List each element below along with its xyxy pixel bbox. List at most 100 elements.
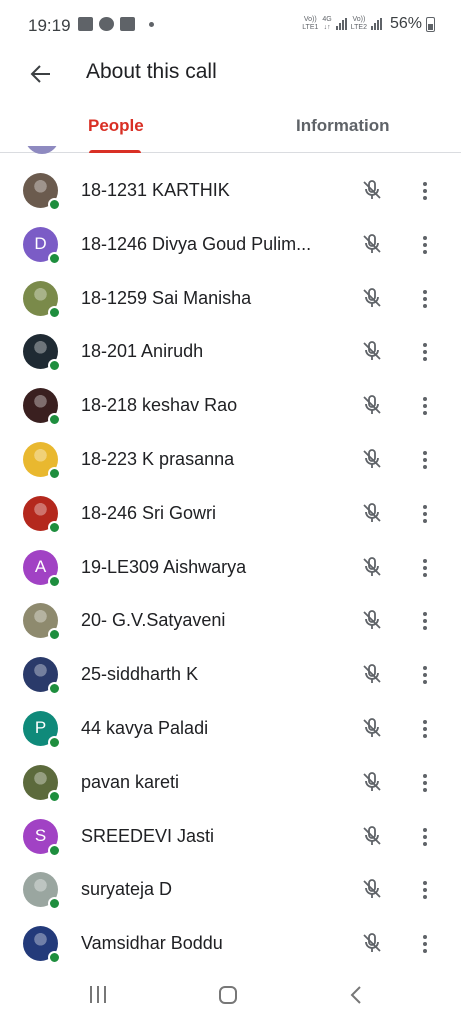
signal-icon: [335, 18, 347, 30]
online-status-dot: [48, 574, 61, 588]
home-button[interactable]: [219, 986, 237, 1004]
participant-name: 18-218 keshav Rao: [81, 395, 238, 416]
participant-row[interactable]: pavan kareti: [0, 755, 461, 809]
participant-row[interactable]: Vamsidhar Boddu: [0, 916, 461, 970]
more-vert-icon[interactable]: [411, 501, 439, 527]
avatar-letter: S: [34, 826, 47, 846]
battery-icon: [426, 16, 435, 32]
participant-name: 19-LE309 Aishwarya: [81, 556, 247, 577]
participant-row[interactable]: 18-218 keshav Rao: [0, 378, 461, 432]
status-time: 19:19: [28, 16, 71, 35]
online-status-dot: [48, 951, 61, 965]
mic-off-icon: [360, 447, 384, 471]
network-indicator-4g: 4G ↓↑: [322, 16, 332, 31]
mic-off-icon: [360, 555, 384, 579]
more-vert-icon[interactable]: [411, 286, 439, 312]
participant-name: 18-201 Anirudh: [81, 341, 204, 362]
online-status-dot: [48, 466, 61, 480]
participant-row[interactable]: P 44 kavya Paladi: [0, 701, 461, 755]
online-status-dot: [48, 897, 61, 911]
mic-off-icon: [360, 286, 384, 310]
notification-icons: [78, 17, 154, 31]
participant-name: 20- G.V.Satyaveni: [81, 610, 226, 631]
more-vert-icon[interactable]: [411, 232, 439, 258]
mic-off-icon: [360, 178, 384, 202]
participant-name: SREEDEVI Jasti: [81, 825, 215, 846]
more-vert-icon[interactable]: [411, 662, 439, 688]
participant-row[interactable]: suryateja D: [0, 862, 461, 916]
signal-icon-2: [370, 18, 382, 30]
participant-row[interactable]: 18-1259 Sai Manisha: [0, 271, 461, 325]
participant-row[interactable]: 18-1231 KARTHIK: [0, 163, 461, 217]
tab-people[interactable]: People: [88, 116, 144, 136]
participant-name: pavan kareti: [81, 771, 180, 792]
more-vert-icon[interactable]: [411, 178, 439, 204]
online-status-dot: [48, 789, 61, 803]
nav-back-button[interactable]: [346, 984, 366, 1006]
participant-row[interactable]: A 19-LE309 Aishwarya: [0, 540, 461, 594]
participant-row[interactable]: 18-223 K prasanna: [0, 432, 461, 486]
participant-name: Vamsidhar Boddu: [81, 933, 223, 954]
online-status-dot: [48, 682, 61, 696]
more-vert-icon[interactable]: [411, 716, 439, 742]
participant-row[interactable]: 20- G.V.Satyaveni: [0, 593, 461, 647]
mic-off-icon: [360, 716, 384, 740]
participant-row[interactable]: 18-246 Sri Gowri: [0, 486, 461, 540]
status-bar: 19:19 Vo)) LTE1 4G ↓↑ Vo)) LTE2 56%: [0, 0, 461, 52]
recents-button[interactable]: [90, 986, 106, 1003]
more-vert-icon[interactable]: [411, 339, 439, 365]
basketball-icon: [99, 17, 114, 31]
mic-off-icon: [360, 339, 384, 363]
more-vert-icon[interactable]: [411, 931, 439, 957]
mic-off-icon: [360, 877, 384, 901]
page-title: About this call: [86, 60, 217, 83]
more-notifications-icon: [149, 21, 154, 27]
app-bar: About this call: [0, 52, 461, 94]
more-vert-icon[interactable]: [411, 770, 439, 796]
more-vert-icon[interactable]: [411, 393, 439, 419]
youtube-icon: [120, 17, 135, 31]
participant-row[interactable]: 25-siddharth K: [0, 647, 461, 701]
participant-name: suryateja D: [81, 879, 173, 900]
more-vert-icon[interactable]: [411, 608, 439, 634]
participant-name: 18-246 Sri Gowri: [81, 502, 217, 523]
participant-name: 44 kavya Paladi: [81, 717, 209, 738]
online-status-dot: [48, 735, 61, 749]
mic-off-icon: [360, 662, 384, 686]
participant-row[interactable]: D 18-1246 Divya Goud Pulim...: [0, 217, 461, 271]
back-button[interactable]: [25, 58, 57, 90]
arrow-back-icon: [30, 65, 50, 83]
participant-name: 18-223 K prasanna: [81, 448, 235, 469]
online-status-dot: [48, 305, 61, 319]
online-status-dot: [48, 413, 61, 427]
more-vert-icon[interactable]: [411, 447, 439, 473]
participant-row[interactable]: 18-201 Anirudh: [0, 324, 461, 378]
participant-list: 18-1231 KARTHIK D 18-1246 Divya Goud Pulim…: [0, 163, 461, 970]
more-vert-icon[interactable]: [411, 555, 439, 581]
online-status-dot: [48, 843, 61, 857]
more-vert-icon[interactable]: [411, 877, 439, 903]
participant-name: 18-1246 Divya Goud Pulim...: [81, 233, 312, 254]
tab-information[interactable]: Information: [296, 116, 390, 136]
participant-name: 25-siddharth K: [81, 664, 199, 685]
avatar-letter: D: [34, 234, 47, 254]
chevron-left-icon: [350, 986, 361, 1004]
online-status-dot: [48, 359, 61, 373]
mic-off-icon: [360, 931, 384, 955]
more-vert-icon[interactable]: [411, 824, 439, 850]
mic-off-icon: [360, 393, 384, 417]
online-status-dot: [48, 520, 61, 534]
network-indicator-2: Vo)) LTE2: [350, 16, 367, 31]
avatar-letter: P: [34, 718, 47, 738]
avatar-letter: A: [34, 557, 47, 577]
system-status: Vo)) LTE1 4G ↓↑ Vo)) LTE2 56%: [302, 15, 435, 33]
mic-off-icon: [360, 824, 384, 848]
online-status-dot: [48, 628, 61, 642]
participant-row[interactable]: S SREEDEVI Jasti: [0, 809, 461, 863]
battery-level: 56%: [389, 15, 422, 32]
mic-off-icon: [360, 501, 384, 525]
mic-off-icon: [360, 232, 384, 256]
tab-indicator: [89, 150, 141, 153]
online-status-dot: [48, 198, 61, 211]
partial-avatar: [25, 146, 59, 156]
